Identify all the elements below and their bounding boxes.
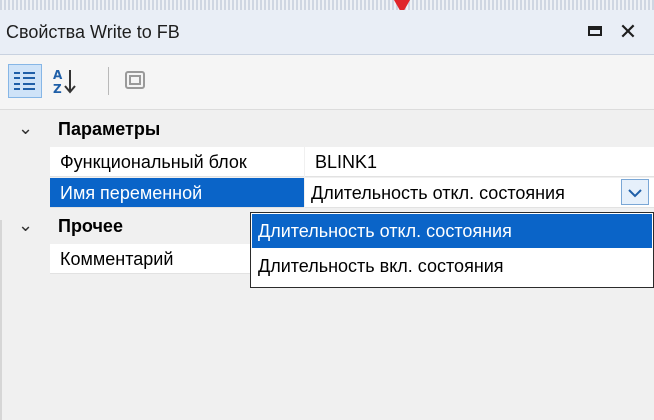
maximize-button[interactable]: [582, 18, 610, 46]
property-name-cell[interactable]: Имя переменной: [50, 178, 304, 208]
property-pages-button[interactable]: [118, 64, 152, 98]
category-label: Параметры: [58, 119, 161, 139]
variable-name-combobox[interactable]: Длительность откл. состояния: [305, 178, 654, 208]
close-icon: ✕: [618, 19, 638, 44]
close-button[interactable]: ✕: [614, 18, 642, 46]
property-value: BLINK1: [315, 152, 378, 172]
property-pages-icon: [125, 71, 145, 89]
sort-alphabetical-button[interactable]: A Z: [48, 64, 82, 98]
property-name-cell[interactable]: Функциональный блок: [50, 147, 304, 177]
property-name: Имя переменной: [60, 183, 203, 203]
toolbar-separator: [108, 67, 109, 95]
svg-text:A: A: [53, 68, 63, 82]
property-toolbar: A Z: [0, 55, 654, 110]
dropdown-option-label: Длительность вкл. состояния: [258, 256, 504, 276]
panel-title: Свойства Write to FB: [6, 22, 180, 42]
variable-dropdown-list[interactable]: Длительность откл. состояния Длительност…: [250, 212, 654, 288]
property-row-function-block[interactable]: Функциональный блок BLINK1: [0, 147, 654, 179]
maximize-icon: [588, 26, 602, 36]
panel-title-bar: Свойства Write to FB ✕: [0, 10, 654, 55]
property-value-cell[interactable]: BLINK1: [305, 147, 654, 177]
chevron-down-icon: [628, 189, 642, 198]
property-row-variable-name[interactable]: Имя переменной Длительность откл. состоя…: [0, 178, 654, 210]
dropdown-option[interactable]: Длительность откл. состояния: [252, 214, 652, 248]
top-strip: [0, 0, 654, 10]
svg-text:Z: Z: [53, 82, 62, 96]
category-label: Прочее: [58, 216, 123, 236]
dropdown-option[interactable]: Длительность вкл. состояния: [252, 249, 652, 283]
categorized-icon: [14, 72, 35, 90]
categorized-button[interactable]: [8, 64, 42, 98]
property-name: Функциональный блок: [60, 152, 247, 172]
chevron-down-icon[interactable]: ⌄: [18, 118, 33, 139]
chevron-down-icon[interactable]: ⌄: [18, 215, 33, 236]
category-row-parameters[interactable]: ⌄ Параметры: [0, 114, 654, 146]
property-name: Комментарий: [60, 249, 174, 269]
sort-az-icon: A Z: [53, 68, 76, 96]
dropdown-option-label: Длительность откл. состояния: [258, 221, 512, 241]
combobox-value[interactable]: Длительность откл. состояния: [311, 183, 565, 204]
combobox-dropdown-button[interactable]: [621, 179, 649, 205]
